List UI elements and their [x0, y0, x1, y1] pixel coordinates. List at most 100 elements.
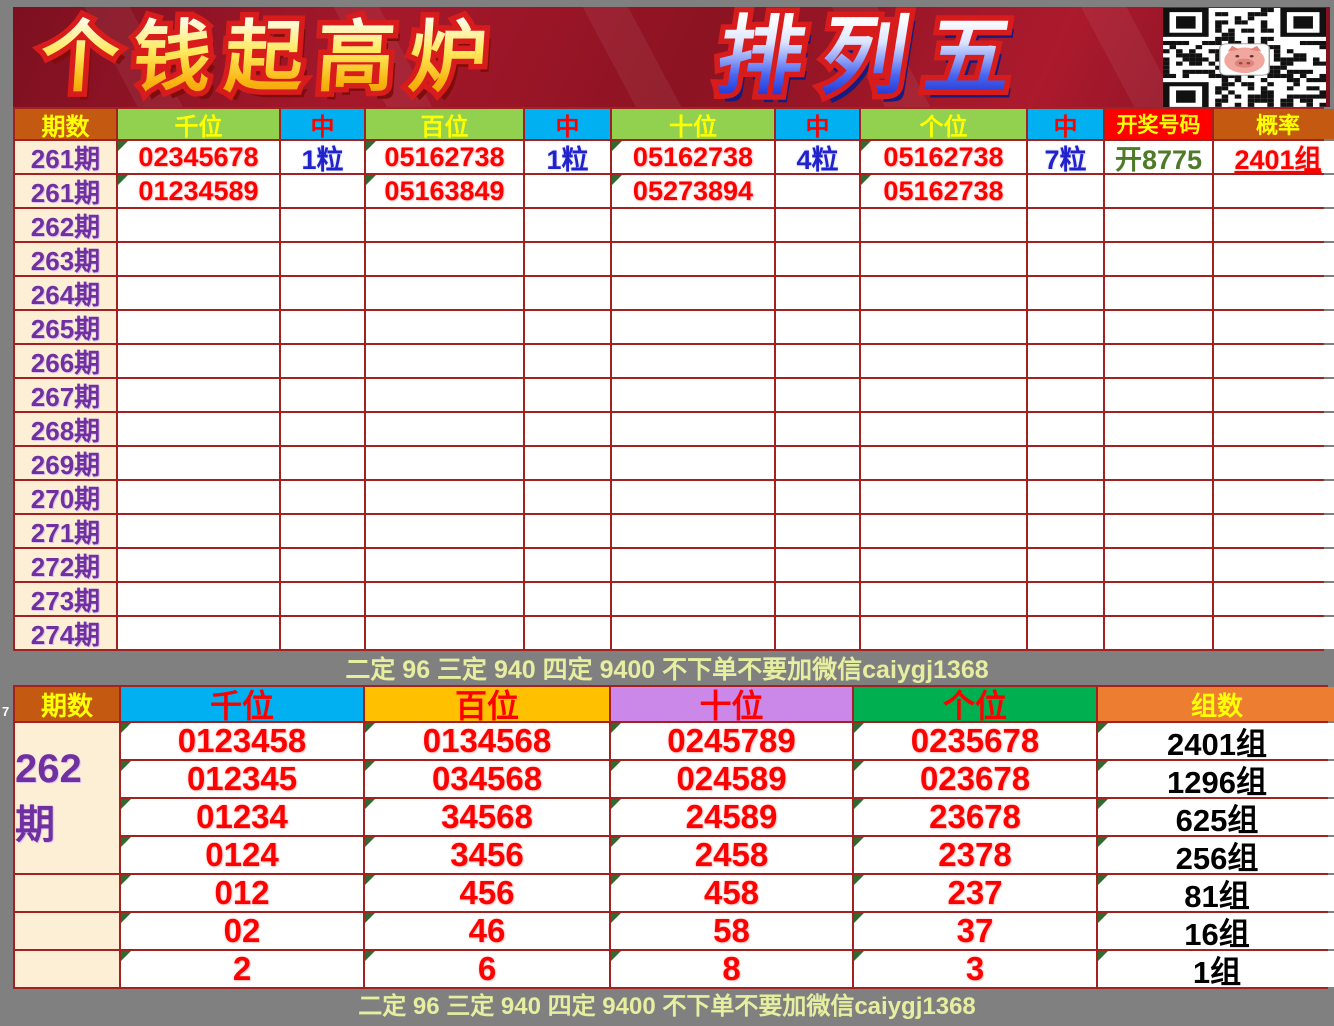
t1-qian_hit-cell[interactable] [281, 515, 364, 547]
t2-groups-cell[interactable]: 16组 [1098, 913, 1334, 949]
t1-qian-cell[interactable] [118, 379, 279, 411]
t1-shi-cell[interactable] [612, 413, 774, 445]
t1-qian_hit-cell[interactable] [281, 549, 364, 581]
t1-ge-cell[interactable] [861, 243, 1026, 275]
t1-bai_hit-cell[interactable] [525, 243, 610, 275]
t1-shi_hit-cell[interactable]: 4粒 [776, 141, 859, 173]
t1-qian_hit-cell[interactable] [281, 345, 364, 377]
t1-shi_hit-cell[interactable] [776, 549, 859, 581]
t1-bai_hit-cell[interactable]: 1粒 [525, 141, 610, 173]
t1-shi_hit-cell[interactable] [776, 617, 859, 649]
t1-shi-cell[interactable]: 05273894 [612, 175, 774, 207]
t1-shi-cell[interactable]: 05162738 [612, 141, 774, 173]
t1-bai-cell[interactable] [366, 515, 523, 547]
t2-digits-cell[interactable]: 2458 [611, 837, 852, 873]
t2-header-period[interactable]: 期数 [15, 687, 119, 721]
t1-qian_hit-cell[interactable] [281, 175, 364, 207]
t1-shi_hit-cell[interactable] [776, 447, 859, 479]
t1-qian-cell[interactable] [118, 243, 279, 275]
t1-ge-cell[interactable] [861, 413, 1026, 445]
t1-shi_hit-cell[interactable] [776, 481, 859, 513]
t1-header-prob[interactable]: 概率 [1214, 109, 1334, 139]
t2-header-groups[interactable]: 组数 [1098, 687, 1334, 721]
t1-ge_hit-cell[interactable] [1028, 617, 1103, 649]
t1-period-cell[interactable]: 264期 [15, 277, 116, 309]
t2-digits-cell[interactable]: 034568 [365, 761, 609, 797]
t1-period-cell[interactable]: 261期 [15, 141, 116, 173]
t1-bai_hit-cell[interactable] [525, 311, 610, 343]
t2-digits-cell[interactable]: 012 [121, 875, 363, 911]
t1-prob-cell[interactable] [1214, 311, 1334, 343]
t1-qian-cell[interactable] [118, 549, 279, 581]
t1-prob-cell[interactable] [1214, 175, 1334, 207]
t1-shi_hit-cell[interactable] [776, 209, 859, 241]
t1-ge-cell[interactable] [861, 209, 1026, 241]
t1-qian-cell[interactable] [118, 447, 279, 479]
t2-digits-cell[interactable]: 23678 [854, 799, 1096, 835]
t1-header-hit-1[interactable]: 中 [281, 109, 364, 139]
t1-prob-cell[interactable] [1214, 583, 1334, 615]
t1-header-hundreds[interactable]: 百位 [366, 109, 523, 139]
t1-period-cell[interactable]: 269期 [15, 447, 116, 479]
t1-shi-cell[interactable] [612, 583, 774, 615]
t2-digits-cell[interactable]: 2 [121, 951, 363, 987]
t1-qian_hit-cell[interactable] [281, 277, 364, 309]
t1-ge-cell[interactable]: 05162738 [861, 175, 1026, 207]
t1-ge_hit-cell[interactable] [1028, 277, 1103, 309]
t2-header-thousands[interactable]: 千位 [121, 687, 363, 721]
t2-digits-cell[interactable]: 237 [854, 875, 1096, 911]
t1-ge-cell[interactable] [861, 447, 1026, 479]
t2-digits-cell[interactable]: 58 [611, 913, 852, 949]
t1-shi-cell[interactable] [612, 379, 774, 411]
t1-ge_hit-cell[interactable] [1028, 175, 1103, 207]
t2-digits-cell[interactable]: 0123458 [121, 723, 363, 759]
t1-shi_hit-cell[interactable] [776, 379, 859, 411]
t1-draw-cell[interactable] [1105, 481, 1212, 513]
t1-draw-cell[interactable] [1105, 583, 1212, 615]
t1-draw-cell[interactable] [1105, 311, 1212, 343]
t1-shi_hit-cell[interactable] [776, 175, 859, 207]
t1-ge_hit-cell[interactable] [1028, 583, 1103, 615]
t1-shi_hit-cell[interactable] [776, 311, 859, 343]
t1-bai-cell[interactable] [366, 243, 523, 275]
t2-groups-cell[interactable]: 625组 [1098, 799, 1334, 835]
t2-groups-cell[interactable]: 1296组 [1098, 761, 1334, 797]
t1-draw-cell[interactable] [1105, 515, 1212, 547]
t1-period-cell[interactable]: 267期 [15, 379, 116, 411]
t1-bai-cell[interactable] [366, 209, 523, 241]
t1-qian-cell[interactable] [118, 413, 279, 445]
t1-shi-cell[interactable] [612, 447, 774, 479]
t1-bai_hit-cell[interactable] [525, 277, 610, 309]
t1-bai_hit-cell[interactable] [525, 209, 610, 241]
t1-shi-cell[interactable] [612, 345, 774, 377]
t1-header-units[interactable]: 个位 [861, 109, 1026, 139]
t1-ge_hit-cell[interactable] [1028, 243, 1103, 275]
t1-bai-cell[interactable] [366, 413, 523, 445]
t2-period-empty-cell[interactable] [15, 875, 119, 911]
t2-digits-cell[interactable]: 6 [365, 951, 609, 987]
t1-bai-cell[interactable] [366, 311, 523, 343]
t2-digits-cell[interactable]: 8 [611, 951, 852, 987]
t1-bai-cell[interactable]: 05163849 [366, 175, 523, 207]
t2-groups-cell[interactable]: 2401组 [1098, 723, 1334, 759]
t1-header-tens[interactable]: 十位 [612, 109, 774, 139]
t1-ge-cell[interactable] [861, 345, 1026, 377]
t1-prob-cell[interactable] [1214, 549, 1334, 581]
t1-bai_hit-cell[interactable] [525, 345, 610, 377]
t1-prob-cell[interactable] [1214, 447, 1334, 479]
t1-prob-cell[interactable] [1214, 277, 1334, 309]
t1-qian_hit-cell[interactable] [281, 617, 364, 649]
t1-shi_hit-cell[interactable] [776, 345, 859, 377]
t2-digits-cell[interactable]: 0235678 [854, 723, 1096, 759]
t1-ge-cell[interactable] [861, 481, 1026, 513]
t1-qian-cell[interactable] [118, 277, 279, 309]
t1-header-draw[interactable]: 开奖号码 [1105, 109, 1212, 139]
t1-ge-cell[interactable]: 05162738 [861, 141, 1026, 173]
t1-qian_hit-cell[interactable] [281, 447, 364, 479]
t2-digits-cell[interactable]: 2378 [854, 837, 1096, 873]
t1-draw-cell[interactable] [1105, 175, 1212, 207]
t1-ge-cell[interactable] [861, 379, 1026, 411]
t1-ge_hit-cell[interactable] [1028, 481, 1103, 513]
t1-bai-cell[interactable] [366, 583, 523, 615]
t2-digits-cell[interactable]: 0245789 [611, 723, 852, 759]
